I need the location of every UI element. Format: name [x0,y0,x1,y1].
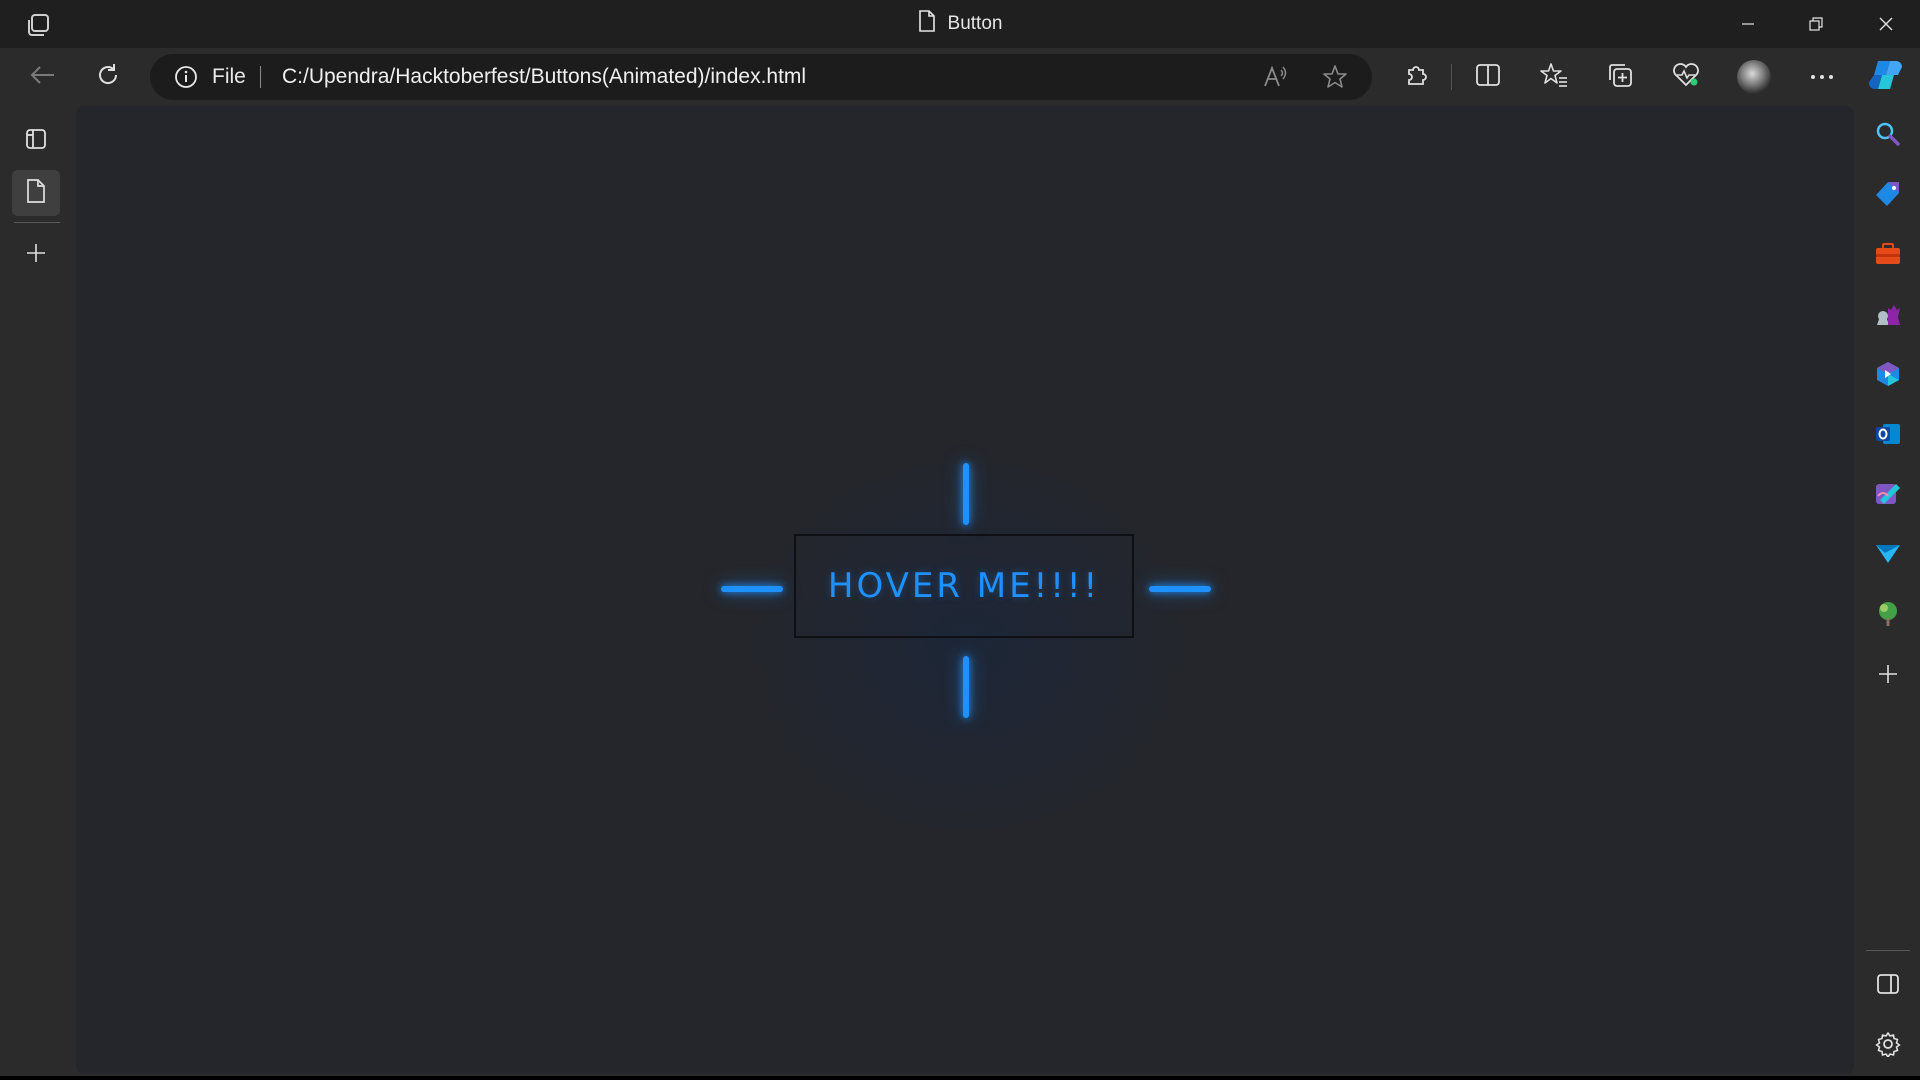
profile-avatar [1737,60,1771,94]
extensions-button[interactable] [1396,58,1436,96]
vertical-tab-bar [0,106,76,1080]
tab-title: Button [947,13,1003,34]
scheme-label: File [212,65,246,88]
browser-essentials-icon [1672,62,1700,93]
sidebar-divider [1866,950,1910,951]
extensions-icon [1403,62,1429,93]
split-screen-icon [1475,63,1501,92]
more-icon [1809,68,1835,86]
page-icon [918,10,936,38]
favorites-button[interactable] [1534,58,1574,96]
sidebar-add-button[interactable] [1868,656,1908,696]
collections-icon [1607,62,1633,93]
bottom-glow-line [963,656,969,718]
games-icon [1874,300,1902,333]
left-glow-line [721,586,783,592]
back-icon [28,64,56,91]
back-button[interactable] [22,58,62,96]
tab-divider [14,222,60,223]
settings-icon [1875,1031,1901,1062]
url-text[interactable]: C:/Upendra/Hacktoberfest/Buttons(Animate… [282,54,806,100]
hide-sidebar-icon [1876,973,1900,1000]
hover-me-button[interactable]: HOVER ME!!!! [794,534,1134,638]
sidebar-games-button[interactable] [1868,296,1908,336]
top-glow-line [963,463,969,525]
copilot-icon [1868,59,1904,96]
refresh-icon [95,62,121,93]
sidebar-search-button[interactable] [1868,116,1908,156]
site-info-icon[interactable] [174,65,198,94]
browser-toolbar: File C:/Upendra/Hacktoberfest/Buttons(An… [0,48,1920,106]
copilot-button[interactable] [1866,58,1906,96]
favorite-star-icon[interactable] [1322,64,1348,95]
add-icon [1877,663,1899,690]
page-viewport: HOVER ME!!!! [76,106,1854,1074]
hide-sidebar-button[interactable] [1868,966,1908,1006]
favorites-icon [1540,62,1568,93]
eco-icon [1874,600,1902,633]
sidebar-eco-button[interactable] [1868,596,1908,636]
refresh-button[interactable] [88,58,128,96]
vertical-tab-button[interactable] [12,170,60,216]
edge-sidebar [1856,106,1920,1080]
sidebar-m365-button[interactable] [1868,356,1908,396]
title-bar: Button [0,0,1920,48]
right-glow-line [1149,586,1211,592]
designer-icon [1874,480,1902,513]
window-bottom-edge [0,1076,1920,1080]
collections-button[interactable] [1600,58,1640,96]
browser-essentials-button[interactable] [1666,58,1706,96]
tab-actions-icon [25,128,47,155]
minimize-button[interactable] [1714,0,1782,48]
sidebar-designer-button[interactable] [1868,476,1908,516]
drop-icon [1874,541,1902,572]
sidebar-tools-button[interactable] [1868,236,1908,276]
sidebar-settings-button[interactable] [1868,1026,1908,1066]
sidebar-drop-button[interactable] [1868,536,1908,576]
address-bar[interactable]: File C:/Upendra/Hacktoberfest/Buttons(An… [150,54,1372,100]
tab[interactable]: Button [0,0,1920,48]
outlook-icon [1874,420,1902,453]
profile-button[interactable] [1734,58,1774,96]
shopping-icon [1874,180,1902,213]
restore-button[interactable] [1782,0,1850,48]
more-button[interactable] [1802,58,1842,96]
divider [260,66,261,88]
close-button[interactable] [1852,0,1920,48]
page-icon [26,178,46,208]
add-icon [25,242,47,269]
microsoft-365-icon [1874,360,1902,393]
new-tab-button[interactable] [12,232,60,278]
tools-icon [1874,241,1902,272]
search-icon [1875,121,1901,152]
tab-actions-button[interactable] [12,118,60,164]
split-screen-button[interactable] [1468,58,1508,96]
sidebar-outlook-button[interactable] [1868,416,1908,456]
sidebar-shopping-button[interactable] [1868,176,1908,216]
toolbar-divider [1451,64,1452,90]
read-aloud-icon[interactable] [1262,64,1288,95]
